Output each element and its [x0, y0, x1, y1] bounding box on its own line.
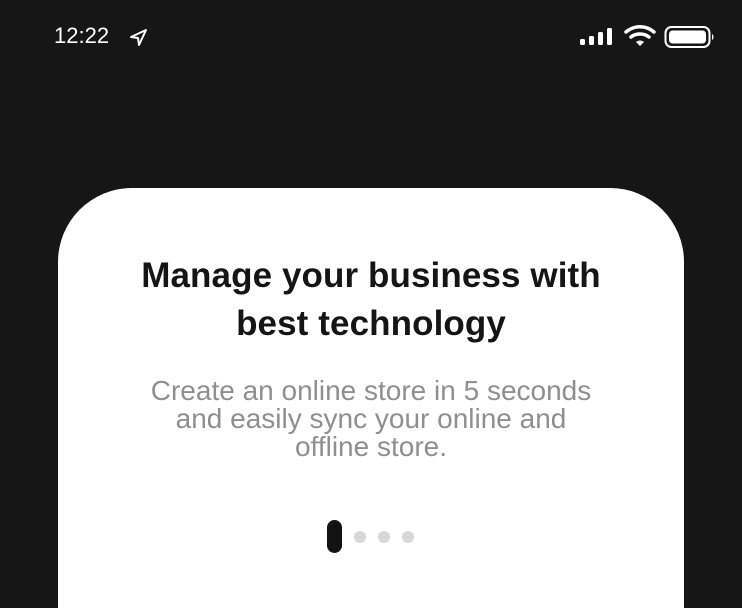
onboarding-description-line: offline store.	[294, 431, 448, 462]
status-time: 12:22	[54, 23, 110, 48]
onboarding-description-line: Create an online store in 5 seconds	[150, 375, 592, 406]
onboarding-title: Manage your business with best technolog…	[0, 252, 742, 348]
page-indicator-dot[interactable]	[354, 531, 366, 543]
page-indicator-active-dot[interactable]	[327, 520, 342, 553]
location-arrow-icon	[130, 29, 147, 46]
onboarding-title-line: Manage your business with	[141, 256, 601, 295]
onboarding-description-line: and easily sync your online and	[175, 403, 567, 434]
page-indicator-dot[interactable]	[402, 531, 414, 543]
page-indicator-dot[interactable]	[378, 531, 390, 543]
wifi-icon	[624, 25, 656, 46]
status-bar: 12:22	[0, 0, 742, 72]
cellular-signal-icon	[580, 28, 612, 45]
page-indicator	[327, 520, 427, 554]
onboarding-description: Create an online store in 5 seconds and …	[132, 377, 610, 461]
battery-icon	[664, 26, 714, 48]
onboarding-title-line: best technology	[236, 304, 506, 343]
